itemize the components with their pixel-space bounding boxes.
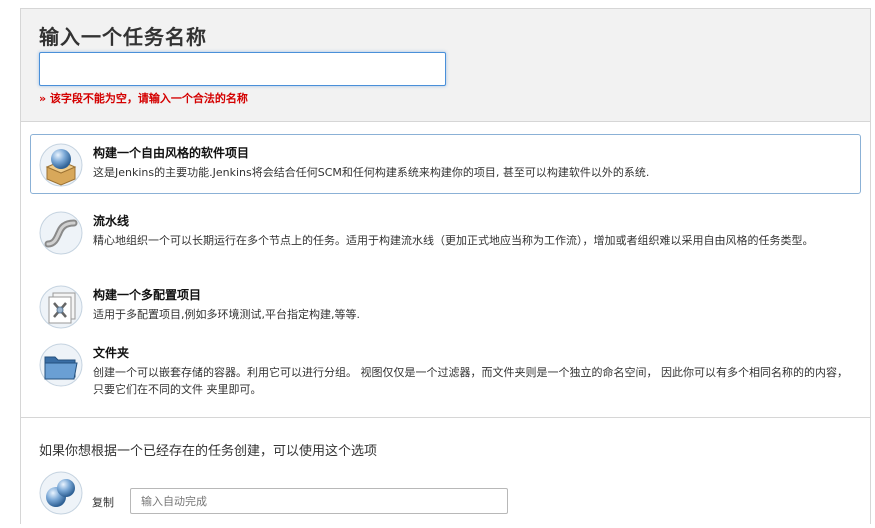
job-type-label: 流水线 — [93, 214, 130, 228]
new-item-panel: 输入一个任务名称 » 该字段不能为空，请输入一个合法的名称 构建一个自由风格的软… — [20, 8, 871, 528]
pipeline-icon — [39, 211, 83, 255]
job-type-description: 这是Jenkins的主要功能.Jenkins将会结合任何SCM和任何构建系统来构… — [93, 166, 650, 179]
item-name-error: » 该字段不能为空，请输入一个合法的名称 — [39, 92, 248, 105]
job-type-label: 构建一个多配置项目 — [93, 288, 202, 302]
job-type-label: 构建一个自由风格的软件项目 — [93, 146, 250, 160]
job-type-list: 构建一个自由风格的软件项目 这是Jenkins的主要功能.Jenkins将会结合… — [21, 122, 870, 410]
job-type-multi-config[interactable]: 构建一个多配置项目 适用于多配置项目,例如多环境测试,平台指定构建,等等. — [30, 276, 861, 332]
job-type-pipeline[interactable]: 流水线 精心地组织一个可以长期运行在多个节点上的任务。适用于构建流水线（更加正式… — [30, 202, 861, 276]
job-type-folder[interactable]: 文件夹 创建一个可以嵌套存储的容器。利用它可以进行分组。 视图仅仅是一个过滤器，… — [30, 334, 861, 410]
copy-job-icon — [39, 471, 83, 515]
job-type-description: 适用于多配置项目,例如多环境测试,平台指定构建,等等. — [93, 308, 360, 321]
job-type-label: 文件夹 — [93, 346, 130, 360]
item-name-section: 输入一个任务名称 » 该字段不能为空，请输入一个合法的名称 — [21, 9, 870, 122]
copy-from-section: 如果你想根据一个已经存在的任务创建，可以使用这个选项 复制 — [21, 417, 870, 528]
job-type-freestyle[interactable]: 构建一个自由风格的软件项目 这是Jenkins的主要功能.Jenkins将会结合… — [30, 134, 861, 194]
copy-from-input[interactable] — [130, 488, 508, 514]
multi-config-project-icon — [39, 285, 83, 329]
item-name-input[interactable] — [39, 52, 446, 86]
job-type-description: 创建一个可以嵌套存储的容器。利用它可以进行分组。 视图仅仅是一个过滤器，而文件夹… — [93, 366, 848, 396]
copy-from-hint: 如果你想根据一个已经存在的任务创建，可以使用这个选项 — [39, 444, 378, 459]
job-type-description: 精心地组织一个可以长期运行在多个节点上的任务。适用于构建流水线（更加正式地应当称… — [93, 234, 814, 247]
copy-from-label: 复制 — [92, 496, 114, 509]
item-name-title: 输入一个任务名称 — [39, 25, 207, 49]
folder-icon — [39, 343, 83, 387]
freestyle-project-icon — [39, 143, 83, 187]
